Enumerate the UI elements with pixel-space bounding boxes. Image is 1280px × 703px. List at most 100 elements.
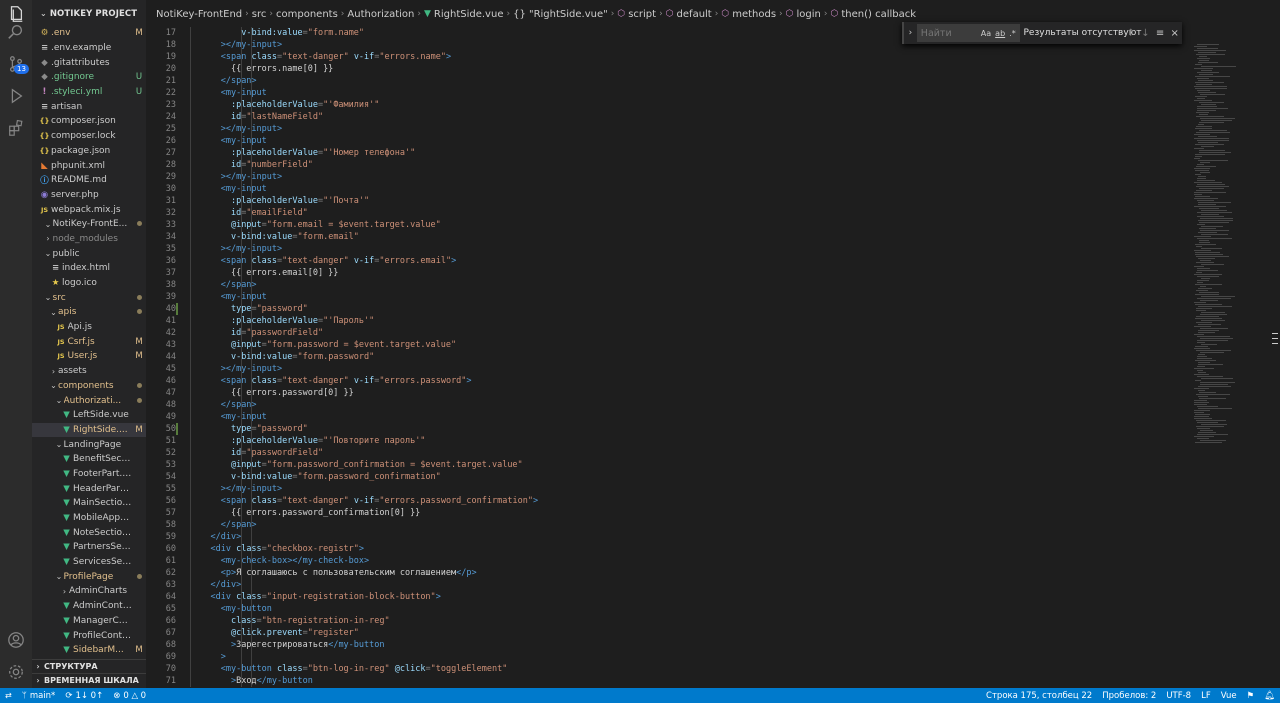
file-item[interactable]: ≡ artisan: [32, 99, 146, 114]
file-item[interactable]: ★ logo.ico: [32, 276, 146, 291]
folder-item[interactable]: ⌄ src: [32, 290, 146, 305]
close-icon[interactable]: ×: [1167, 28, 1182, 39]
settings-gear-icon[interactable]: [0, 658, 32, 686]
find-input-box[interactable]: Aa ab .*: [916, 24, 1020, 42]
breadcrumb-item[interactable]: RightSide.vue: [434, 9, 504, 20]
folder-item[interactable]: ⌄ Authorizati...: [32, 393, 146, 408]
account-icon[interactable]: [0, 626, 32, 654]
file-item[interactable]: ◉ server.php: [32, 188, 146, 203]
code-token: <my-input: [220, 184, 267, 194]
breadcrumb-item[interactable]: login: [797, 9, 821, 20]
timeline-section[interactable]: › ВРЕМЕННАЯ ШКАЛА: [32, 673, 146, 687]
encoding[interactable]: UTF-8: [1161, 691, 1196, 701]
minimap-line: [1200, 118, 1235, 119]
run-debug-icon[interactable]: [0, 82, 32, 110]
file-item[interactable]: ≡ index.html: [32, 261, 146, 276]
file-item[interactable]: JS User.js M: [32, 349, 146, 364]
file-item[interactable]: ≡ .env.example: [32, 41, 146, 56]
file-item[interactable]: ▼ RightSide.... M: [32, 422, 146, 438]
file-item[interactable]: ▼ManagerConte...: [32, 614, 146, 629]
file-item[interactable]: ◣ phpunit.xml: [32, 158, 146, 173]
item-label: composer.lock: [51, 131, 116, 142]
file-item[interactable]: ◆ .gitignore U: [32, 70, 146, 85]
end-of-line[interactable]: LF: [1196, 691, 1216, 701]
breadcrumb-item[interactable]: Authorization: [347, 9, 414, 20]
folder-item[interactable]: › AdminCharts: [32, 584, 146, 599]
breadcrumb-item[interactable]: default: [677, 9, 712, 20]
folder-item[interactable]: ⌄ public: [32, 246, 146, 261]
chevron-right-icon: ›: [779, 9, 783, 19]
folder-item[interactable]: › assets: [32, 364, 146, 379]
language-mode[interactable]: Vue: [1216, 691, 1242, 701]
sync-indicator[interactable]: ⟳ 1↓ 0↑: [60, 691, 108, 701]
search-icon[interactable]: [0, 18, 32, 46]
file-item[interactable]: ⓘ README.md: [32, 173, 146, 188]
chevron-down-icon[interactable]: ⌄: [40, 9, 47, 18]
folder-item[interactable]: ⌄ LandingPage: [32, 437, 146, 452]
breadcrumb-item[interactable]: {} "RightSide.vue": [513, 9, 608, 20]
folder-item[interactable]: ⌄ components: [32, 379, 146, 394]
file-item[interactable]: {} package.json: [32, 144, 146, 159]
match-case-button[interactable]: Aa: [981, 29, 991, 38]
file-item[interactable]: ▼MobileAppSect...: [32, 511, 146, 526]
breadcrumb-item[interactable]: NotiKey-FrontEnd: [156, 9, 242, 20]
breadcrumb-item[interactable]: script: [628, 9, 656, 20]
file-item[interactable]: ▼HeaderPart.vue: [32, 481, 146, 496]
folder-item[interactable]: ⌄ ProfilePage: [32, 569, 146, 584]
source-control-icon[interactable]: 13: [0, 50, 32, 78]
code-token: </my-button: [256, 676, 313, 686]
indentation[interactable]: Пробелов: 2: [1097, 691, 1161, 701]
previous-match-icon[interactable]: ↑: [1124, 28, 1139, 39]
minimap-line: [1195, 360, 1216, 361]
folder-item[interactable]: › node_modules: [32, 232, 146, 247]
branch-indicator[interactable]: ᛘ main*: [17, 691, 61, 701]
structure-section[interactable]: › СТРУКТУРА: [32, 659, 146, 673]
file-item[interactable]: ◆ .gitattributes: [32, 55, 146, 70]
code-token: >: [435, 592, 441, 602]
folder-item[interactable]: ⌄ apis: [32, 305, 146, 320]
line-number: 71: [165, 676, 176, 686]
file-item[interactable]: ▼MainSection.vue: [32, 496, 146, 511]
item-label: webpack.mix.js: [51, 204, 121, 215]
file-item[interactable]: ▼NoteSection.vue: [32, 525, 146, 540]
feedback-icon[interactable]: ⚑: [1242, 691, 1260, 701]
next-match-icon[interactable]: ↓: [1138, 28, 1153, 39]
file-item[interactable]: ▼AdminContent....: [32, 599, 146, 614]
minimap[interactable]: [1190, 44, 1270, 684]
file-item[interactable]: ▼ServicesSectio...: [32, 555, 146, 570]
find-in-selection-icon[interactable]: ≡: [1153, 28, 1168, 39]
find-input[interactable]: [920, 27, 977, 39]
file-item[interactable]: ▼ SidebarM... M: [32, 643, 146, 658]
file-item[interactable]: ⚙ .env M: [32, 26, 146, 41]
regex-button[interactable]: .*: [1009, 29, 1016, 38]
file-item[interactable]: {} composer.lock: [32, 129, 146, 144]
folder-item[interactable]: ⌄ NotiKey-FrontE...: [32, 217, 146, 232]
file-item[interactable]: ▼BenefitSection...: [32, 452, 146, 467]
file-item[interactable]: ▼ProfileConten...: [32, 628, 146, 643]
file-item[interactable]: JS webpack.mix.js: [32, 202, 146, 217]
minimap-line: [1194, 86, 1227, 87]
file-item[interactable]: {} composer.json: [32, 114, 146, 129]
breadcrumb-item[interactable]: then() callback: [841, 9, 916, 20]
extensions-icon[interactable]: [0, 114, 32, 142]
file-item[interactable]: JS Csrf.js M: [32, 334, 146, 349]
code-token: </span>: [220, 520, 257, 530]
notifications-icon[interactable]: 🔔︎: [1259, 691, 1280, 701]
breadcrumb-item[interactable]: src: [252, 9, 267, 20]
toggle-replace-icon[interactable]: ›: [904, 28, 917, 38]
remote-icon[interactable]: ⇄: [0, 691, 17, 700]
file-item[interactable]: ▼ LeftSide.vue: [32, 408, 146, 423]
file-item[interactable]: ▼PartnersSectio...: [32, 540, 146, 555]
file-item[interactable]: JS Api.js: [32, 320, 146, 335]
code-text[interactable]: v-bind:value="form.name" ></my-input> <s…: [190, 27, 1190, 687]
file-item[interactable]: ! .styleci.yml U: [32, 85, 146, 100]
breadcrumb-item[interactable]: components: [276, 9, 338, 20]
match-whole-word-button[interactable]: ab: [995, 29, 1005, 38]
breadcrumb-item[interactable]: methods: [732, 9, 776, 20]
code-token: @input: [230, 460, 262, 470]
cursor-position[interactable]: Строка 175, столбец 22: [981, 691, 1097, 701]
problems-indicator[interactable]: ⊗ 0 △ 0: [108, 691, 151, 701]
minimap-line: [1195, 414, 1210, 415]
file-item[interactable]: ▼FooterPart.vue: [32, 467, 146, 482]
